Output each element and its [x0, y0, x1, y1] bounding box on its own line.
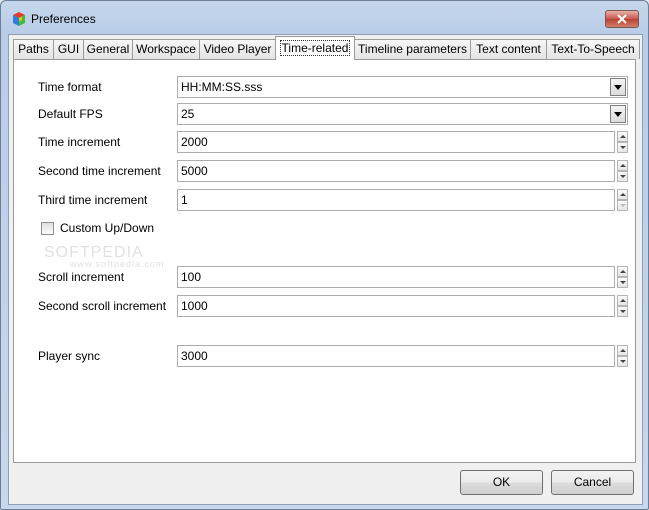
tab-workspace[interactable]: Workspace: [132, 39, 200, 59]
tab-text-to-speech[interactable]: Text-To-Speech: [546, 39, 640, 59]
time-format-label: Time format: [38, 80, 102, 94]
time-increment-input[interactable]: 2000: [177, 131, 615, 153]
time-increment-stepper[interactable]: [617, 131, 628, 153]
spin-up-icon[interactable]: [617, 345, 628, 356]
close-x-icon: [617, 14, 627, 24]
window-title: Preferences: [31, 12, 96, 26]
custom-updown-label[interactable]: Custom Up/Down: [60, 221, 154, 235]
title-bar[interactable]: Preferences: [1, 1, 648, 35]
chevron-down-icon[interactable]: [610, 105, 626, 123]
third-time-increment-stepper[interactable]: [617, 189, 628, 211]
spin-down-icon[interactable]: [617, 277, 628, 288]
tab-general[interactable]: General: [83, 39, 133, 59]
tab-video-player[interactable]: Video Player: [199, 39, 276, 59]
tab-text-content[interactable]: Text content: [470, 39, 547, 59]
scroll-increment-label: Scroll increment: [38, 270, 125, 284]
spin-down-icon[interactable]: [617, 356, 628, 367]
tab-timeline-parameters[interactable]: Timeline parameters: [354, 39, 471, 59]
player-sync-label: Player sync: [38, 349, 101, 363]
tab-gui[interactable]: GUI: [53, 39, 84, 59]
spin-up-icon[interactable]: [617, 131, 628, 142]
spin-up-icon[interactable]: [617, 160, 628, 171]
player-sync-input[interactable]: 3000: [177, 345, 615, 367]
tab-time-related[interactable]: Time-related: [275, 36, 355, 60]
second-scroll-increment-stepper[interactable]: [617, 295, 628, 317]
second-scroll-increment-input[interactable]: 1000: [177, 295, 615, 317]
time-related-panel: SOFTPEDIA www.softpedia.com Time format H…: [13, 59, 636, 463]
softpedia-watermark: SOFTPEDIA www.softpedia.com: [44, 244, 165, 269]
default-fps-select[interactable]: 25: [177, 103, 628, 125]
second-time-increment-input[interactable]: 5000: [177, 160, 615, 182]
close-button[interactable]: [605, 10, 639, 28]
ok-button[interactable]: OK: [460, 470, 543, 495]
spin-down-icon[interactable]: [617, 171, 628, 182]
spin-down-icon[interactable]: [617, 142, 628, 153]
third-time-increment-label: Third time increment: [38, 193, 148, 207]
app-cube-icon: [11, 11, 27, 27]
cancel-button[interactable]: Cancel: [551, 470, 634, 495]
second-scroll-increment-label: Second scroll increment: [38, 299, 167, 313]
spin-up-icon[interactable]: [617, 189, 628, 200]
scroll-increment-input[interactable]: 100: [177, 266, 615, 288]
default-fps-label: Default FPS: [38, 107, 103, 121]
spin-up-icon[interactable]: [617, 266, 628, 277]
time-format-select[interactable]: HH:MM:SS.sss: [177, 76, 628, 98]
second-time-increment-label: Second time increment: [38, 164, 161, 178]
spin-down-icon[interactable]: [617, 200, 628, 211]
chevron-down-icon[interactable]: [610, 78, 626, 96]
third-time-increment-input[interactable]: 1: [177, 189, 615, 211]
tab-bar: Paths GUI General Workspace Video Player…: [13, 36, 641, 60]
second-time-increment-stepper[interactable]: [617, 160, 628, 182]
dialog-client-area: Paths GUI General Workspace Video Player…: [8, 34, 643, 505]
spin-up-icon[interactable]: [617, 295, 628, 306]
preferences-window: Preferences Paths GUI General Workspace …: [0, 0, 649, 510]
player-sync-stepper[interactable]: [617, 345, 628, 367]
tab-paths[interactable]: Paths: [13, 39, 54, 59]
scroll-increment-stepper[interactable]: [617, 266, 628, 288]
spin-down-icon[interactable]: [617, 306, 628, 317]
time-increment-label: Time increment: [38, 135, 121, 149]
custom-updown-checkbox[interactable]: [41, 222, 54, 235]
